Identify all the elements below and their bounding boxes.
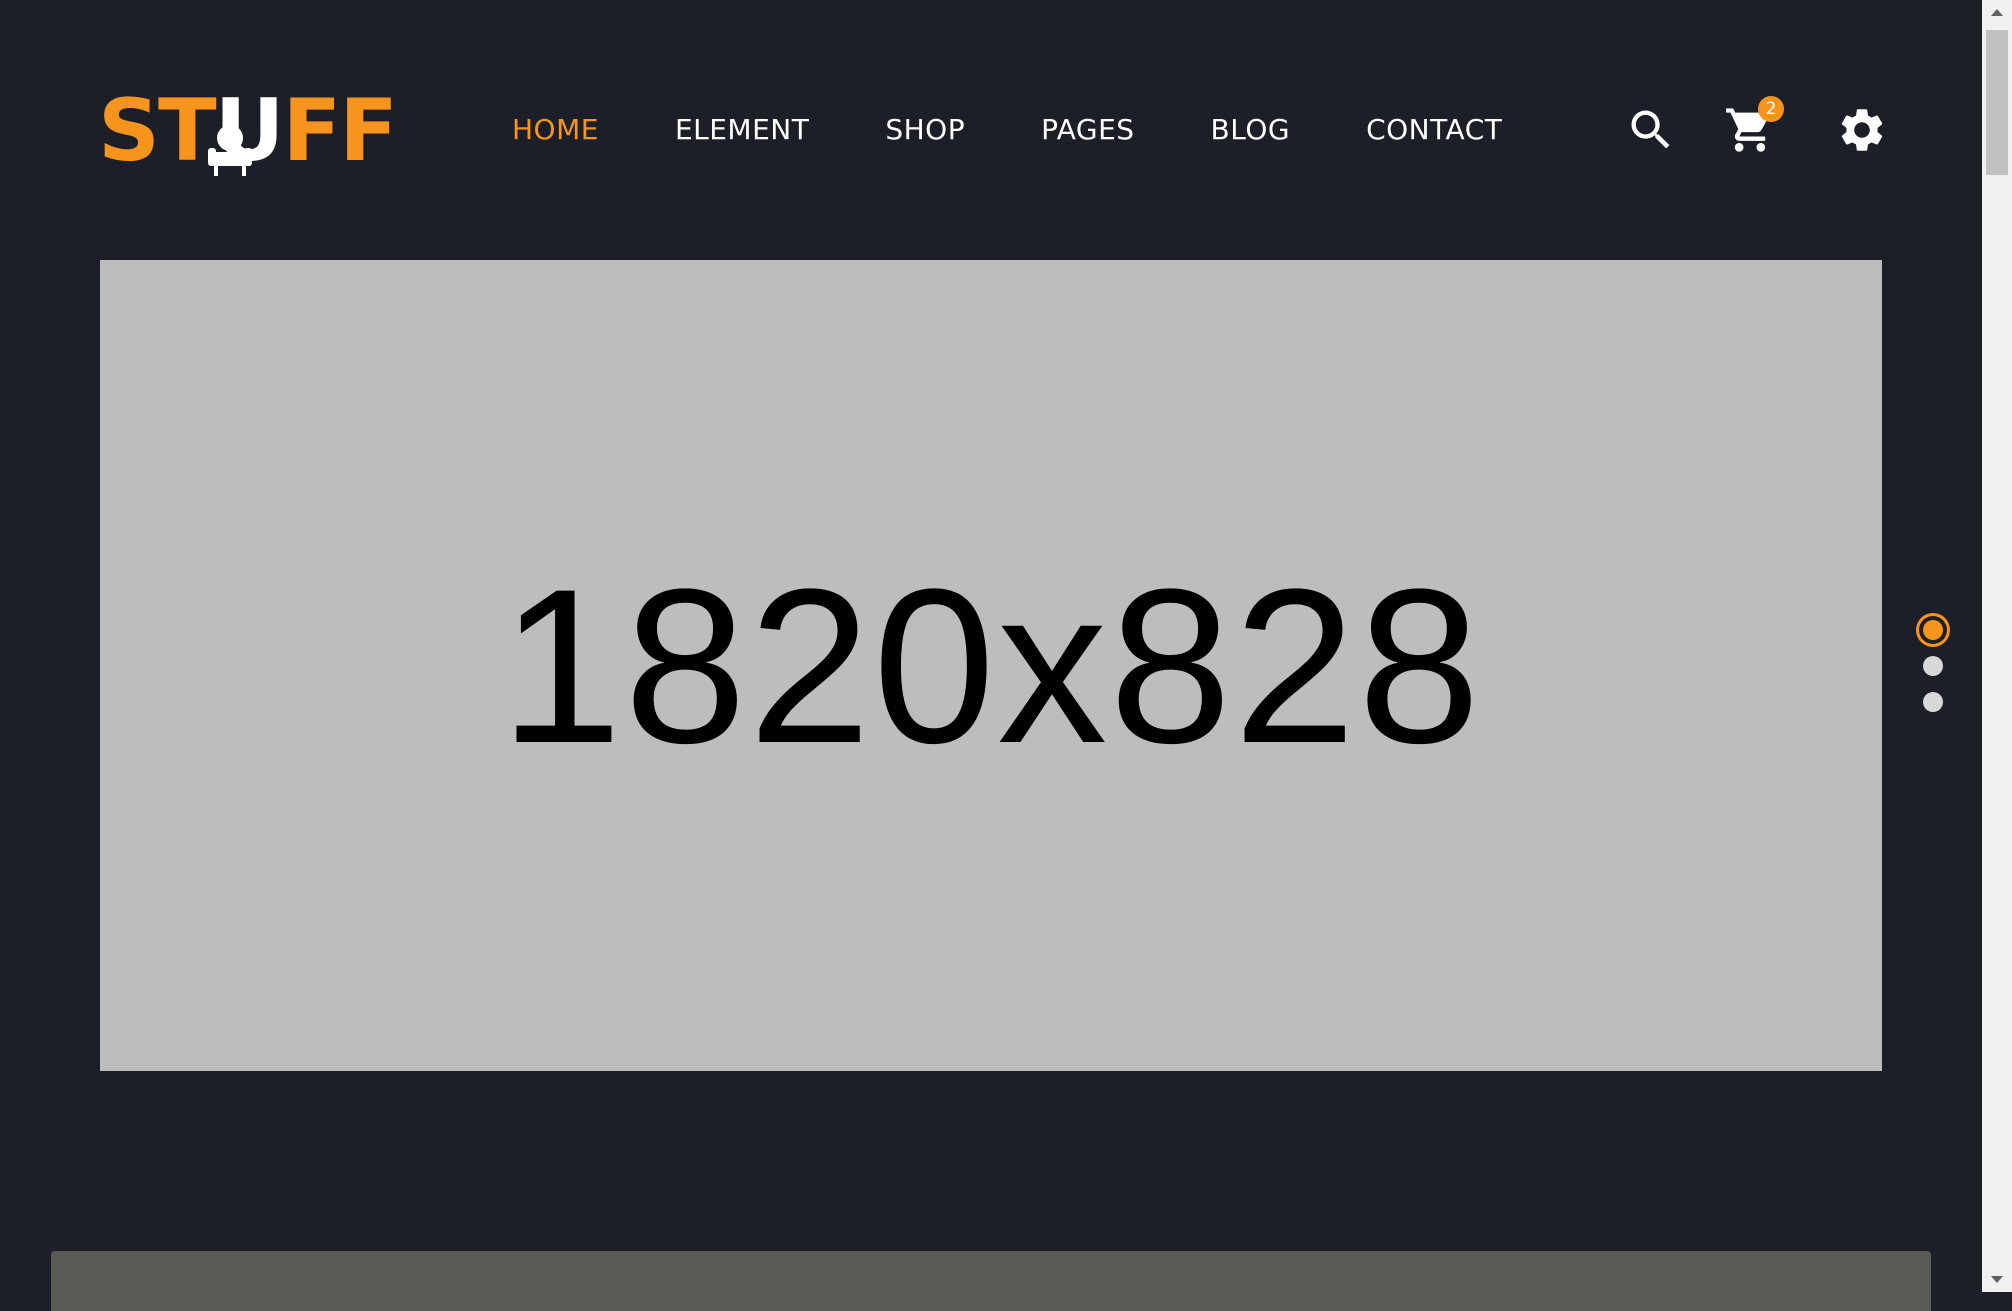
next-section-banner [51, 1251, 1931, 1311]
hero-slide-image: 1820x828 [100, 260, 1882, 1071]
nav-item-pages[interactable]: PAGES [1041, 104, 1134, 156]
page-scrollbar[interactable] [1982, 0, 2012, 1292]
site-logo[interactable]: STUFF [98, 86, 398, 176]
gear-icon [1841, 109, 1883, 151]
slider-dot-1[interactable] [1923, 620, 1943, 640]
scroll-thumb[interactable] [1986, 30, 2008, 175]
search-button[interactable] [1625, 104, 1677, 156]
logo-part-ff: FF [282, 81, 397, 181]
nav-item-contact[interactable]: CONTACT [1366, 104, 1502, 156]
scroll-up-arrow[interactable] [1982, 0, 2012, 28]
scroll-down-arrow[interactable] [1982, 1264, 2012, 1292]
logo-wordmark: STUFF [98, 86, 398, 176]
nav-item-shop[interactable]: SHOP [885, 104, 965, 156]
nav-item-blog[interactable]: BLOG [1211, 104, 1291, 156]
hero-placeholder-text: 1820x828 [499, 542, 1483, 789]
slider-pagination [1916, 612, 1950, 728]
slider-dot-2[interactable] [1923, 656, 1943, 676]
nav-item-home[interactable]: HOME [512, 104, 599, 156]
cart-count-badge: 2 [1758, 96, 1784, 122]
page: STUFF HOME ELEMENT SHOP PAGES BLOG CONTA… [0, 0, 1982, 1311]
search-icon [1631, 110, 1670, 149]
main-nav: HOME ELEMENT SHOP PAGES BLOG CONTACT [512, 104, 1578, 156]
slider-dot-3[interactable] [1923, 692, 1943, 712]
armchair-icon [208, 125, 252, 176]
settings-button[interactable] [1836, 104, 1888, 156]
logo-part-st: ST [98, 81, 217, 181]
nav-item-element[interactable]: ELEMENT [675, 104, 809, 156]
